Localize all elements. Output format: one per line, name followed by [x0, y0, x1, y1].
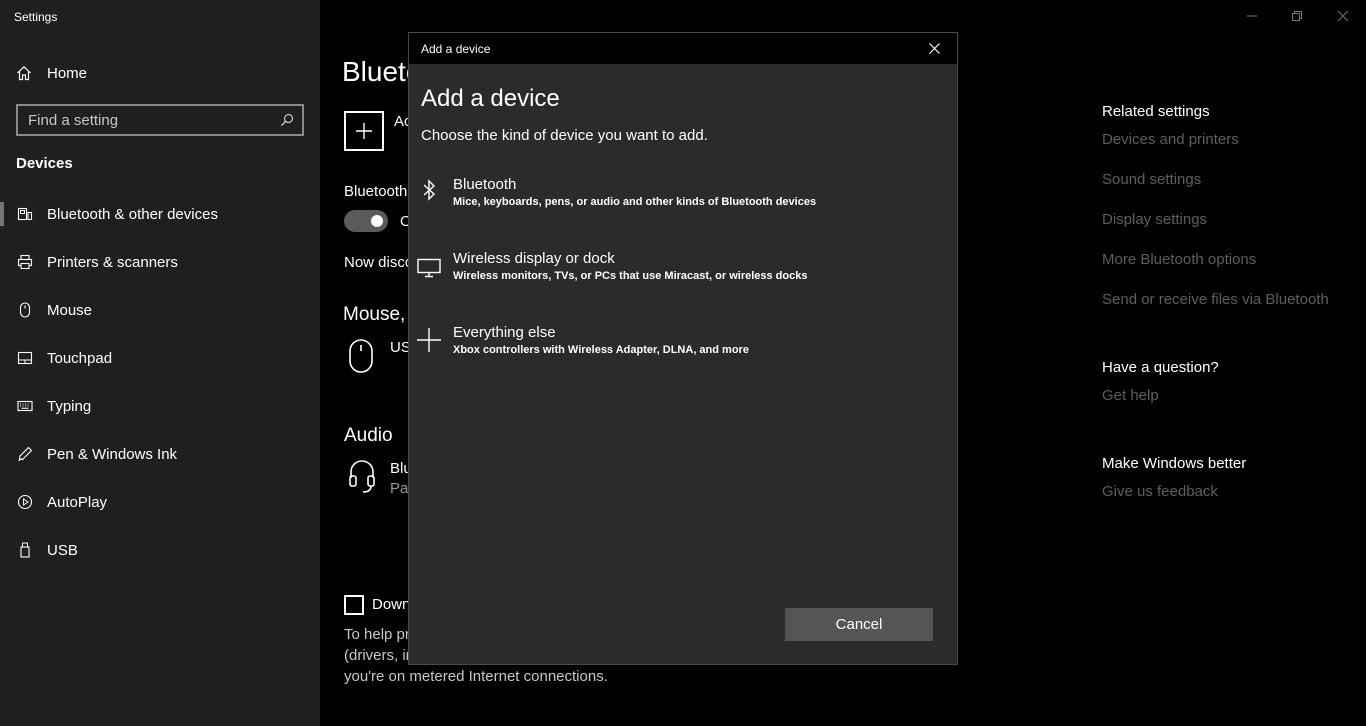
option-title: Wireless display or dock — [453, 250, 615, 267]
sidebar: Settings Home Devices Bluetooth & other … — [0, 0, 320, 726]
minimize-icon — [1247, 15, 1257, 17]
dialog-title: Add a device — [421, 42, 491, 56]
dialog-heading: Add a device — [421, 85, 560, 112]
sidebar-item-home[interactable]: Home — [0, 56, 320, 90]
mouse-device-icon — [348, 338, 374, 379]
sidebar-item-bluetooth[interactable]: Bluetooth & other devices — [0, 190, 320, 238]
sidebar-item-touchpad[interactable]: Touchpad — [0, 334, 320, 382]
minimize-button[interactable] — [1229, 0, 1275, 32]
app-title: Settings — [14, 10, 58, 24]
help-line: you're on metered Internet connections. — [344, 668, 608, 685]
download-checkbox[interactable] — [344, 595, 364, 615]
related-settings-heading: Related settings — [1102, 103, 1210, 120]
cancel-button[interactable]: Cancel — [785, 608, 933, 641]
search-input[interactable] — [28, 111, 280, 129]
sidebar-item-mouse[interactable]: Mouse — [0, 286, 320, 334]
section-title: Devices — [16, 155, 73, 172]
close-window-button[interactable] — [1320, 0, 1366, 32]
link-devices-printers[interactable]: Devices and printers — [1102, 131, 1239, 148]
add-device-dialog: Add a device Add a device Choose the kin… — [408, 32, 958, 665]
option-title: Bluetooth — [453, 176, 517, 193]
sidebar-item-label: Printers & scanners — [47, 253, 178, 271]
question-heading: Have a question? — [1102, 359, 1219, 376]
keyboard-icon — [16, 397, 34, 415]
option-wireless-display[interactable]: Wireless display or dock Wireless monito… — [409, 250, 957, 312]
sidebar-item-label: Mouse — [47, 301, 93, 319]
sidebar-item-typing[interactable]: Typing — [0, 382, 320, 430]
sidebar-item-printers[interactable]: Printers & scanners — [0, 238, 320, 286]
headset-icon — [348, 458, 376, 499]
search-icon[interactable] — [280, 113, 294, 127]
monitor-icon — [415, 254, 443, 282]
feedback-heading: Make Windows better — [1102, 455, 1247, 472]
close-icon — [928, 43, 940, 54]
autoplay-icon — [16, 493, 34, 511]
option-bluetooth[interactable]: Bluetooth Mice, keyboards, pens, or audi… — [409, 176, 957, 238]
restore-button[interactable] — [1274, 0, 1320, 32]
dialog-titlebar: Add a device — [409, 33, 957, 64]
link-display-settings[interactable]: Display settings — [1102, 211, 1207, 228]
download-checkbox-label: Down — [372, 596, 411, 613]
sidebar-item-label: Pen & Windows Ink — [47, 445, 178, 463]
sidebar-item-pen[interactable]: Pen & Windows Ink — [0, 430, 320, 478]
sidebar-item-autoplay[interactable]: AutoPlay — [0, 478, 320, 526]
touchpad-icon — [16, 349, 34, 367]
bluetooth-label: Bluetooth — [344, 183, 408, 200]
restore-icon — [1292, 11, 1302, 21]
link-send-files[interactable]: Send or receive files via Bluetooth — [1102, 291, 1329, 308]
sidebar-nav: Bluetooth & other devices Printers & sca… — [0, 190, 320, 574]
option-description: Wireless monitors, TVs, or PCs that use … — [453, 270, 808, 282]
sidebar-item-label: USB — [47, 541, 78, 559]
home-icon — [17, 65, 31, 81]
home-label: Home — [47, 64, 88, 82]
option-description: Mice, keyboards, pens, or audio and othe… — [453, 196, 817, 208]
usb-icon — [16, 541, 34, 559]
search-box[interactable] — [16, 104, 304, 136]
discoverable-text: Now disco — [344, 254, 414, 271]
option-everything-else[interactable]: Everything else Xbox controllers with Wi… — [409, 324, 957, 386]
add-device-button[interactable] — [344, 111, 384, 151]
bluetooth-icon — [415, 176, 443, 204]
option-title: Everything else — [453, 324, 556, 341]
link-sound-settings[interactable]: Sound settings — [1102, 171, 1201, 188]
sidebar-item-label: Typing — [47, 397, 92, 415]
dialog-close-button[interactable] — [911, 33, 957, 64]
mouse-section-heading: Mouse, — [343, 304, 406, 325]
link-give-feedback[interactable]: Give us feedback — [1102, 483, 1218, 500]
link-get-help[interactable]: Get help — [1102, 387, 1159, 404]
sidebar-item-label: Touchpad — [47, 349, 113, 367]
mouse-icon — [16, 301, 34, 319]
sidebar-item-label: AutoPlay — [47, 493, 108, 511]
audio-section-heading: Audio — [344, 425, 393, 446]
link-more-bluetooth[interactable]: More Bluetooth options — [1102, 251, 1256, 268]
pen-icon — [16, 445, 34, 463]
dialog-subtitle: Choose the kind of device you want to ad… — [421, 127, 708, 144]
sidebar-item-label: Bluetooth & other devices — [47, 205, 218, 223]
option-description: Xbox controllers with Wireless Adapter, … — [453, 344, 749, 356]
printer-icon — [16, 253, 34, 271]
bluetooth-toggle[interactable] — [344, 210, 388, 232]
bluetooth-devices-icon — [16, 205, 34, 223]
sidebar-item-usb[interactable]: USB — [0, 526, 320, 574]
plus-icon — [415, 326, 443, 354]
toggle-knob — [371, 215, 383, 227]
close-icon — [1338, 11, 1348, 21]
plus-icon — [356, 123, 372, 139]
